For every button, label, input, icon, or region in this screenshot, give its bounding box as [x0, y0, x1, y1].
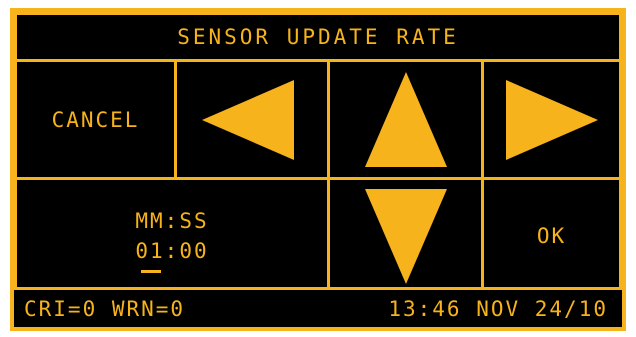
arrow-left-icon [202, 79, 294, 160]
minutes-value[interactable]: 01 [135, 239, 164, 273]
right-arrow-button[interactable] [481, 59, 622, 180]
arrow-right-icon [505, 79, 598, 160]
time-field[interactable]: MM:SS 01 : 00 [14, 177, 330, 295]
date-time: 13:46 NOV 24/10 [388, 296, 608, 321]
time-separator: : [164, 239, 180, 263]
page-title: SENSOR UPDATE RATE [177, 25, 459, 49]
up-arrow-button[interactable] [327, 59, 484, 180]
time-format-label: MM:SS [135, 209, 209, 233]
time-value: 01 : 00 [135, 239, 208, 273]
cancel-label: CANCEL [51, 107, 140, 132]
sensor-update-panel: SENSOR UPDATE RATE CANCEL MM:SS 01: 00 … [10, 8, 626, 331]
arrow-down-icon [364, 188, 447, 284]
alert-counts: CRI=0 WRN=0 [24, 296, 186, 321]
ok-button[interactable]: OK [481, 177, 622, 295]
ok-label: OK [536, 224, 567, 248]
cancel-button[interactable]: CANCEL [14, 59, 177, 180]
down-arrow-button[interactable] [327, 177, 484, 295]
left-arrow-button[interactable] [174, 59, 330, 180]
edit-cursor [141, 270, 161, 273]
arrow-up-icon [364, 72, 447, 167]
seconds-value[interactable]: 00 [179, 239, 208, 263]
title-bar: SENSOR UPDATE RATE [14, 12, 622, 62]
time-display: MM:SS 01 : 00 [135, 209, 209, 273]
status-bar: CRI=0 WRN=0 13:46 NOV 24/10 [14, 287, 622, 327]
screen: SENSOR UPDATE RATE CANCEL MM:SS 01: 00 … [0, 0, 636, 337]
